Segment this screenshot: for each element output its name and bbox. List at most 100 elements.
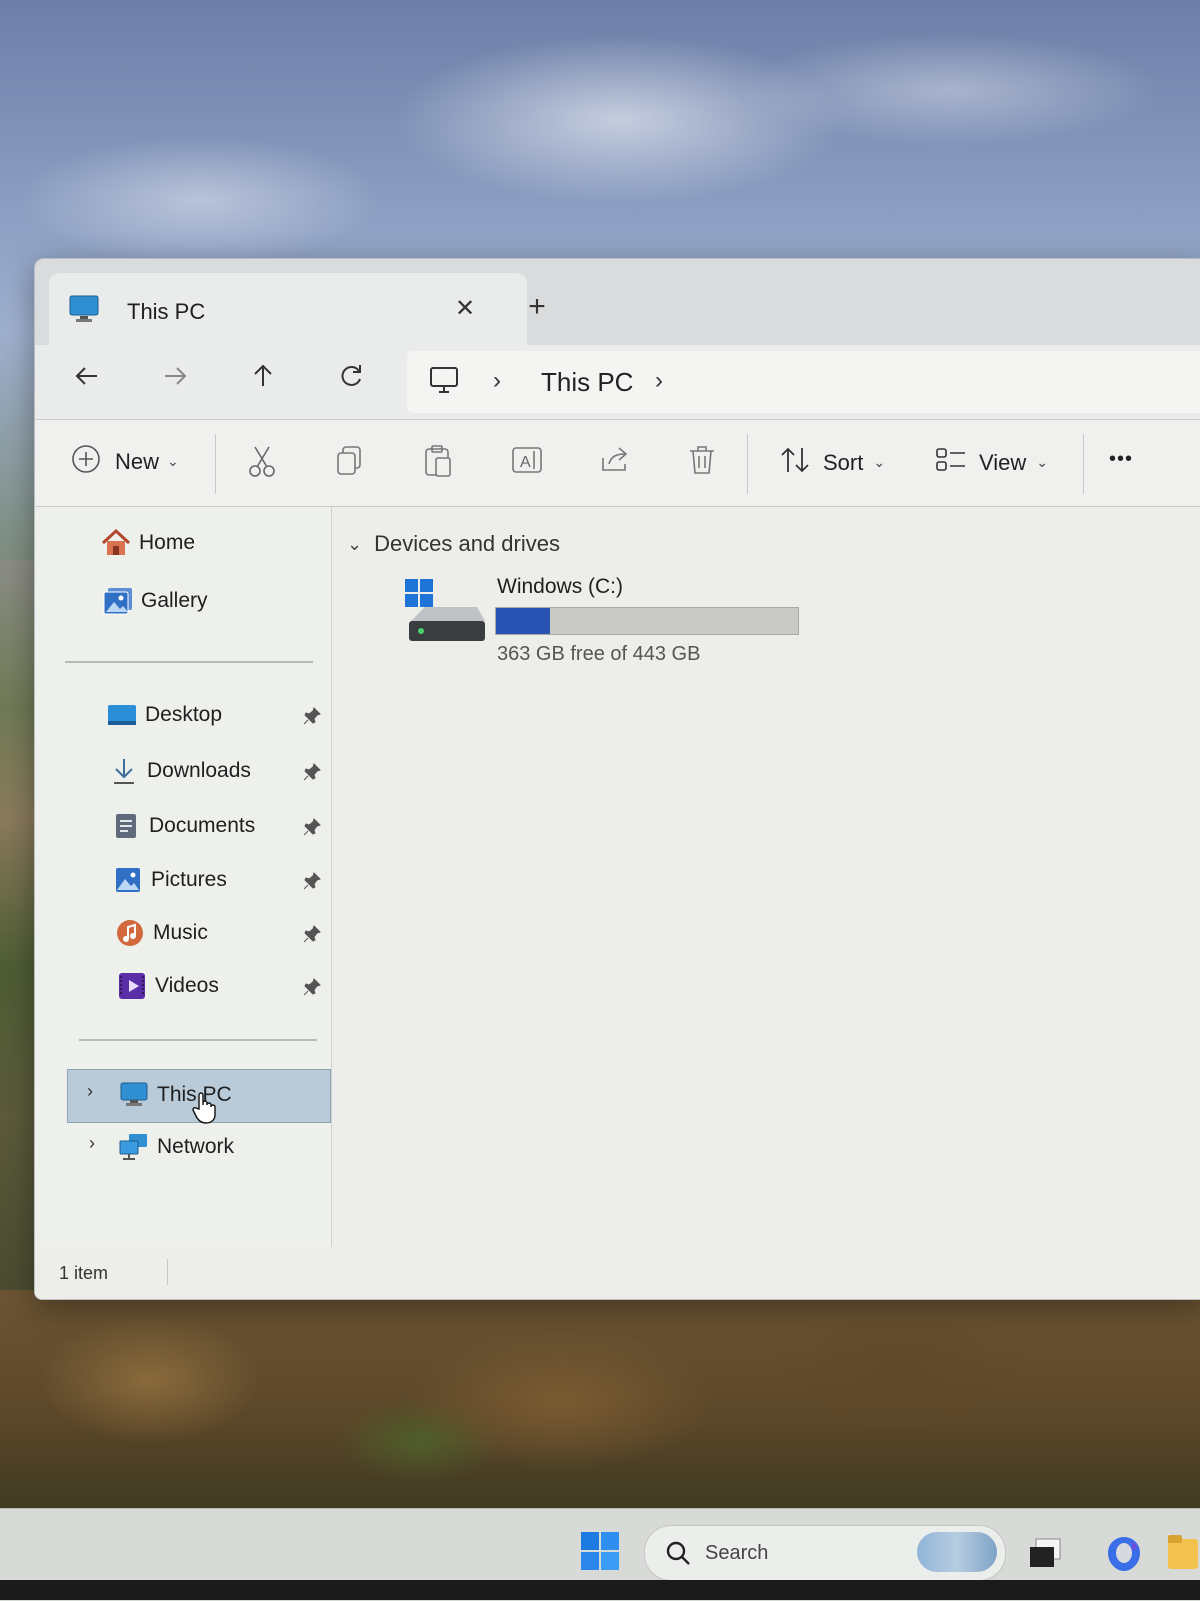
refresh-icon[interactable] — [329, 359, 373, 403]
network-icon — [119, 1132, 149, 1162]
address-bar[interactable]: › This PC › — [407, 351, 1200, 413]
hand-cursor-icon — [191, 1091, 219, 1130]
navigation-pane: Home Gallery Desktop Downloads Documents… — [35, 507, 332, 1247]
chevron-down-icon: ⌄ — [167, 453, 179, 469]
drive-item-c[interactable]: Windows (C:) 363 GB free of 443 GB — [403, 571, 823, 671]
documents-icon — [111, 811, 141, 841]
videos-icon — [117, 971, 147, 1001]
copilot-icon[interactable] — [1104, 1535, 1144, 1578]
monitor-icon — [69, 295, 99, 328]
drive-free-space: 363 GB free of 443 GB — [497, 643, 701, 665]
drive-usage-bar — [495, 607, 799, 635]
command-bar: New ⌄ A Sort ⌄ View ⌄ ••• — [35, 420, 1200, 507]
chevron-right-icon[interactable]: › — [655, 367, 663, 395]
sort-button[interactable]: Sort ⌄ — [779, 446, 885, 479]
monitor-icon — [429, 365, 459, 400]
desktop-icon — [107, 700, 137, 730]
hard-drive-icon — [403, 577, 487, 652]
music-icon — [115, 918, 145, 948]
chevron-down-icon: ⌄ — [1036, 454, 1049, 470]
chevron-right-icon[interactable]: › — [89, 1133, 95, 1154]
chevron-right-icon[interactable]: › — [87, 1081, 93, 1102]
close-icon[interactable]: ✕ — [449, 293, 481, 325]
toolbar-divider — [215, 434, 216, 494]
new-button-label: New — [115, 448, 160, 474]
search-label: Search — [705, 1542, 769, 1564]
pin-icon[interactable] — [303, 818, 321, 836]
view-button[interactable]: View ⌄ — [935, 446, 1048, 479]
pin-icon[interactable] — [303, 763, 321, 781]
content-pane: ⌄ Devices and drives Windows (C:) 363 GB… — [333, 507, 1200, 1247]
copy-icon[interactable] — [335, 444, 365, 481]
download-icon — [109, 756, 139, 786]
chevron-down-icon: ⌄ — [873, 454, 886, 470]
item-count: 1 item — [59, 1263, 109, 1283]
screen-bezel — [0, 1580, 1200, 1600]
chevron-right-icon[interactable]: › — [493, 367, 501, 395]
search-icon — [665, 1540, 691, 1571]
delete-icon[interactable] — [687, 444, 717, 481]
sidebar-item-gallery[interactable]: Gallery — [103, 581, 208, 621]
sidebar-item-label: Pictures — [151, 868, 227, 891]
group-title: Devices and drives — [374, 531, 560, 556]
wallpaper-cliff — [0, 1290, 1200, 1510]
more-options-button[interactable]: ••• — [1109, 448, 1133, 471]
taskbar-search-box[interactable]: Search — [644, 1525, 1006, 1581]
pictures-icon — [113, 865, 143, 895]
pin-icon[interactable] — [303, 872, 321, 890]
view-button-label: View — [979, 449, 1027, 475]
sidebar-item-downloads[interactable]: Downloads — [109, 751, 251, 791]
status-divider — [167, 1259, 168, 1285]
status-bar: 1 item — [35, 1247, 1200, 1299]
sidebar-item-label: Network — [157, 1135, 235, 1158]
drive-name: Windows (C:) — [497, 575, 624, 598]
new-button[interactable]: New ⌄ — [71, 444, 179, 479]
pin-icon[interactable] — [303, 978, 321, 996]
chevron-down-icon: ⌄ — [347, 533, 363, 554]
tab-title: This PC — [127, 299, 206, 324]
plus-icon — [71, 444, 101, 479]
new-tab-button[interactable]: + — [515, 287, 559, 331]
cut-icon[interactable] — [247, 444, 277, 483]
arrow-up-icon[interactable] — [241, 359, 285, 403]
toolbar-divider — [747, 434, 748, 494]
sidebar-item-label: Downloads — [147, 759, 251, 782]
sidebar-item-label: Videos — [155, 974, 219, 997]
search-highlight-icon — [917, 1532, 997, 1572]
sidebar-item-home[interactable]: Home — [101, 523, 195, 563]
pin-icon[interactable] — [303, 925, 321, 943]
sidebar-item-label: Home — [139, 531, 196, 554]
paste-icon[interactable] — [423, 444, 453, 483]
sidebar-divider — [65, 661, 313, 663]
sidebar-item-label: Desktop — [145, 703, 223, 726]
task-view-icon[interactable] — [1028, 1537, 1062, 1576]
file-explorer-taskbar-icon[interactable] — [1168, 1533, 1198, 1578]
tab-bar: This PC ✕ + — [35, 259, 1200, 345]
tab-this-pc[interactable]: This PC ✕ — [49, 273, 527, 345]
breadcrumb-this-pc[interactable]: This PC — [541, 367, 633, 398]
sidebar-item-label: Gallery — [141, 589, 208, 612]
sidebar-divider — [79, 1039, 317, 1041]
sidebar-item-desktop[interactable]: Desktop — [107, 695, 222, 735]
monitor-icon — [119, 1080, 149, 1110]
gallery-icon — [103, 586, 133, 616]
rename-icon[interactable]: A — [511, 444, 543, 481]
sidebar-item-label: Music — [153, 921, 208, 944]
svg-text:A: A — [520, 454, 531, 471]
sidebar-item-documents[interactable]: Documents — [111, 806, 255, 846]
pin-icon[interactable] — [303, 707, 321, 725]
sidebar-item-network[interactable]: Network — [119, 1127, 234, 1167]
drive-usage-fill — [496, 608, 551, 634]
group-header[interactable]: ⌄ Devices and drives — [347, 531, 560, 557]
sidebar-item-label: Documents — [149, 814, 256, 837]
sidebar-item-music[interactable]: Music — [115, 913, 208, 953]
toolbar-divider — [1083, 434, 1084, 494]
arrow-left-icon[interactable] — [65, 359, 109, 403]
sidebar-item-pictures[interactable]: Pictures — [113, 860, 227, 900]
navigation-bar: › This PC › — [35, 345, 1200, 420]
sidebar-item-videos[interactable]: Videos — [117, 966, 219, 1006]
arrow-right-icon[interactable] — [153, 359, 197, 403]
windows-start-icon[interactable] — [580, 1531, 620, 1576]
share-icon[interactable] — [599, 444, 631, 481]
file-explorer-window: This PC ✕ + › This PC › New ⌄ A Sort ⌄ V… — [34, 258, 1200, 1300]
